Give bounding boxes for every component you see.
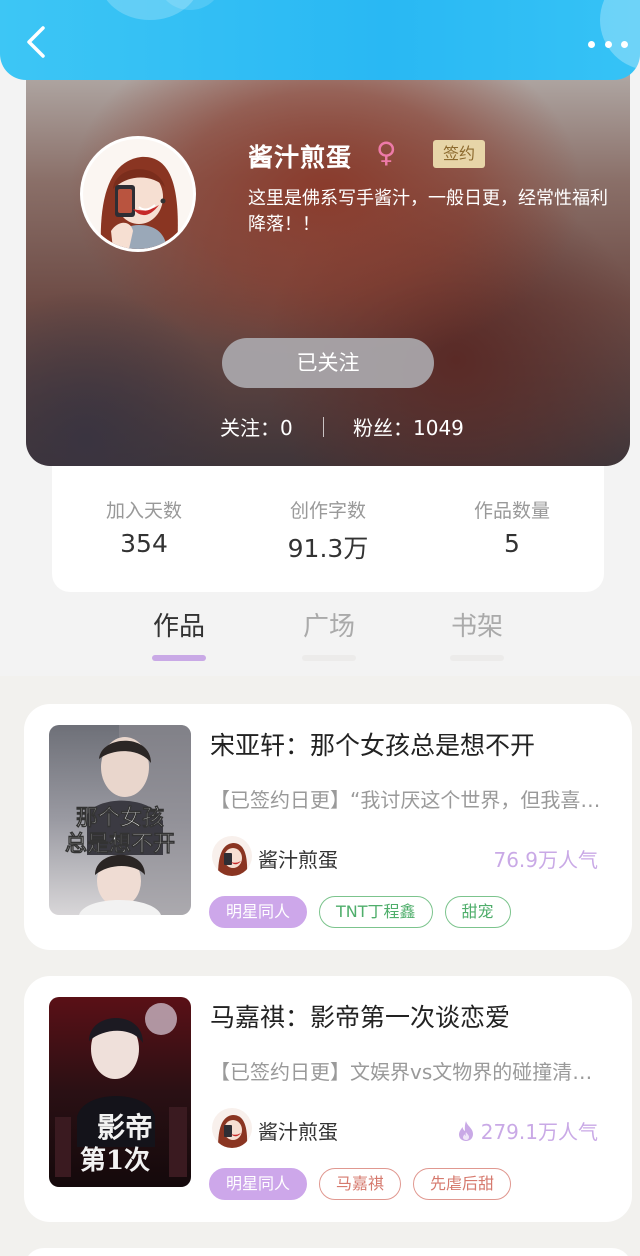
book-intro: 【已签约日更】文娱界vs文物界的碰撞清… bbox=[210, 1060, 593, 1084]
book-title[interactable]: 宋亚轩：那个女孩总是想不开 bbox=[210, 726, 610, 762]
book-card[interactable] bbox=[24, 1248, 632, 1256]
author-bio: 这里是佛系写手酱汁，一般日更，经常性福利降落！！ bbox=[248, 188, 608, 235]
avatar[interactable] bbox=[80, 136, 196, 252]
book-popularity: 279.1万人气 bbox=[457, 1116, 598, 1145]
stat-value: 91.3万 bbox=[287, 534, 369, 563]
book-author: 酱汁煎蛋 bbox=[258, 848, 338, 872]
tag-genre[interactable]: 先虐后甜 bbox=[413, 1168, 512, 1200]
more-dots-icon bbox=[588, 40, 595, 48]
book-title[interactable]: 马嘉祺：影帝第一次谈恋爱 bbox=[210, 998, 610, 1034]
stat-value: 354 bbox=[120, 529, 168, 558]
following-count[interactable]: 关注：0 bbox=[220, 412, 293, 441]
tag-genre[interactable]: 甜宠 bbox=[444, 896, 511, 928]
stat-join-days: 加入天数 354 bbox=[52, 496, 236, 558]
chevron-left-icon bbox=[27, 26, 45, 58]
tag-category[interactable]: 明星同人 bbox=[209, 896, 308, 928]
book-tags: 明星同人 马嘉祺 先虐后甜 bbox=[209, 1168, 512, 1200]
follow-stats: 关注：0 粉丝：1049 bbox=[26, 412, 630, 442]
tag-character[interactable]: 马嘉祺 bbox=[319, 1168, 402, 1200]
tab-label: 广场 bbox=[302, 612, 355, 642]
tag-category[interactable]: 明星同人 bbox=[209, 1168, 308, 1200]
stat-works-count: 作品数量 5 bbox=[420, 496, 604, 558]
cover-title-line2: 第1次 bbox=[80, 1145, 150, 1176]
tab-indicator bbox=[302, 655, 356, 661]
book-cover-image: 那个女孩 总是想不开 bbox=[49, 725, 191, 915]
cover-title-line1: 影帝 bbox=[97, 1111, 153, 1144]
divider bbox=[323, 417, 324, 437]
author-avatar bbox=[212, 836, 252, 876]
more-button[interactable] bbox=[588, 30, 628, 58]
stat-word-count: 创作字数 91.3万 bbox=[236, 496, 420, 565]
tab-works[interactable]: 作品 bbox=[152, 606, 206, 661]
nickname: 酱汁煎蛋 bbox=[248, 143, 353, 172]
book-cover[interactable]: 影帝 第1次 bbox=[49, 997, 191, 1187]
tab-label: 作品 bbox=[152, 612, 205, 642]
content-tabs: 作品 广场 书架 bbox=[0, 606, 640, 666]
more-dots-icon bbox=[604, 40, 612, 48]
cover-title-line2: 总是想不开 bbox=[65, 831, 175, 857]
tab-square[interactable]: 广场 bbox=[302, 606, 356, 661]
profile-header: 酱汁煎蛋 ♀ 签约 这里是佛系写手酱汁，一般日更，经常性福利降落！！ 已关注 关… bbox=[26, 60, 630, 466]
book-cover-image: 影帝 第1次 bbox=[49, 997, 191, 1187]
tab-indicator bbox=[152, 655, 206, 661]
stat-value: 5 bbox=[504, 529, 520, 558]
book-intro: 【已签约日更】“我讨厌这个世界，但我喜… bbox=[210, 788, 601, 812]
top-bar bbox=[0, 0, 640, 80]
tab-label: 书架 bbox=[450, 612, 503, 642]
more-dots-icon bbox=[621, 40, 628, 48]
signed-badge: 签约 bbox=[433, 140, 485, 168]
cover-title-line1: 那个女孩 bbox=[76, 805, 164, 831]
works-list: 那个女孩 总是想不开 宋亚轩：那个女孩总是想不开 【已签约日更】“我讨厌这个世界… bbox=[0, 676, 640, 1256]
avatar-illustration bbox=[212, 836, 252, 876]
book-author: 酱汁煎蛋 bbox=[258, 1120, 338, 1144]
fans-count[interactable]: 粉丝：1049 bbox=[353, 412, 464, 441]
popularity-value: 76.9万人气 bbox=[493, 848, 598, 872]
book-card[interactable]: 那个女孩 总是想不开 宋亚轩：那个女孩总是想不开 【已签约日更】“我讨厌这个世界… bbox=[24, 704, 632, 950]
book-popularity: 76.9万人气 bbox=[493, 844, 598, 873]
tag-character[interactable]: TNT丁程鑫 bbox=[319, 896, 433, 928]
avatar-illustration bbox=[83, 139, 193, 249]
avatar-illustration bbox=[212, 1108, 252, 1148]
stat-label: 加入天数 bbox=[105, 500, 182, 522]
author-avatar bbox=[212, 1108, 252, 1148]
book-tags: 明星同人 TNT丁程鑫 甜宠 bbox=[209, 896, 511, 928]
female-icon: ♀ bbox=[376, 136, 397, 169]
follow-button[interactable]: 已关注 bbox=[222, 338, 434, 388]
tab-indicator bbox=[450, 655, 504, 661]
book-card[interactable]: 影帝 第1次 马嘉祺：影帝第一次谈恋爱 【已签约日更】文娱界vs文物界的碰撞清…… bbox=[24, 976, 632, 1222]
tab-bookshelf[interactable]: 书架 bbox=[450, 606, 504, 661]
flame-icon bbox=[458, 1120, 473, 1141]
stat-label: 作品数量 bbox=[473, 500, 550, 522]
stat-label: 创作字数 bbox=[289, 500, 366, 522]
popularity-value: 279.1万人气 bbox=[480, 1120, 598, 1144]
book-cover[interactable]: 那个女孩 总是想不开 bbox=[49, 725, 191, 915]
back-button[interactable] bbox=[18, 22, 54, 62]
